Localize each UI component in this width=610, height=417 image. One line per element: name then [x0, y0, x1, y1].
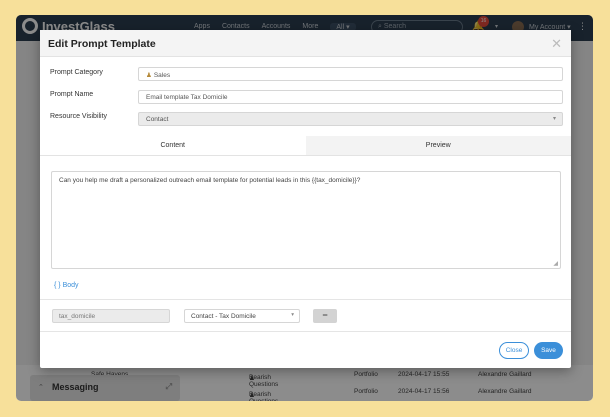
resource-visibility-select[interactable]: Contact ▾ — [138, 112, 563, 126]
chevron-down-icon: ▾ — [291, 312, 294, 318]
variable-name-value: tax_domicile — [59, 313, 96, 320]
tab-content[interactable]: Content — [40, 136, 306, 155]
prompt-category-value: Sales — [153, 72, 171, 79]
footer-divider — [40, 331, 571, 332]
resize-handle-icon[interactable]: ◢ — [553, 260, 558, 267]
content-tabs: Content Preview — [40, 136, 571, 156]
resource-visibility-label: Resource Visibility — [50, 113, 108, 120]
save-button[interactable]: Save — [534, 342, 563, 359]
prompt-content-text: Can you help me draft a personalized out… — [59, 177, 361, 184]
prompt-category-label: Prompt Category — [50, 69, 103, 76]
close-icon[interactable]: ✕ — [551, 36, 562, 52]
resource-visibility-value: Contact — [146, 116, 169, 123]
prompt-name-input[interactable]: Email template Tax Domicile — [138, 90, 563, 104]
variable-source-value: Contact - Tax Domicile — [191, 313, 256, 320]
prompt-category-select[interactable]: ♟ Sales — [138, 67, 563, 81]
close-button[interactable]: Close — [499, 342, 529, 359]
variable-name-input[interactable]: tax_domicile — [52, 309, 170, 323]
tab-preview[interactable]: Preview — [305, 136, 571, 155]
prompt-name-value: Email template Tax Domicile — [146, 94, 228, 101]
variable-source-select[interactable]: Contact - Tax Domicile ▾ — [184, 309, 300, 323]
modal-header: Edit Prompt Template ✕ — [40, 30, 571, 57]
chevron-down-icon: ▾ — [552, 116, 556, 122]
remove-variable-button[interactable]: − — [313, 309, 337, 323]
body-variable-link[interactable]: { } Body — [54, 282, 79, 289]
prompt-content-textarea[interactable]: Can you help me draft a personalized out… — [51, 171, 561, 269]
edit-prompt-template-modal: Edit Prompt Template ✕ Prompt Category ♟… — [40, 30, 571, 368]
money-bag-icon: ♟ — [146, 72, 152, 79]
prompt-name-label: Prompt Name — [50, 91, 94, 98]
modal-title: Edit Prompt Template — [48, 38, 156, 50]
divider — [40, 299, 571, 300]
